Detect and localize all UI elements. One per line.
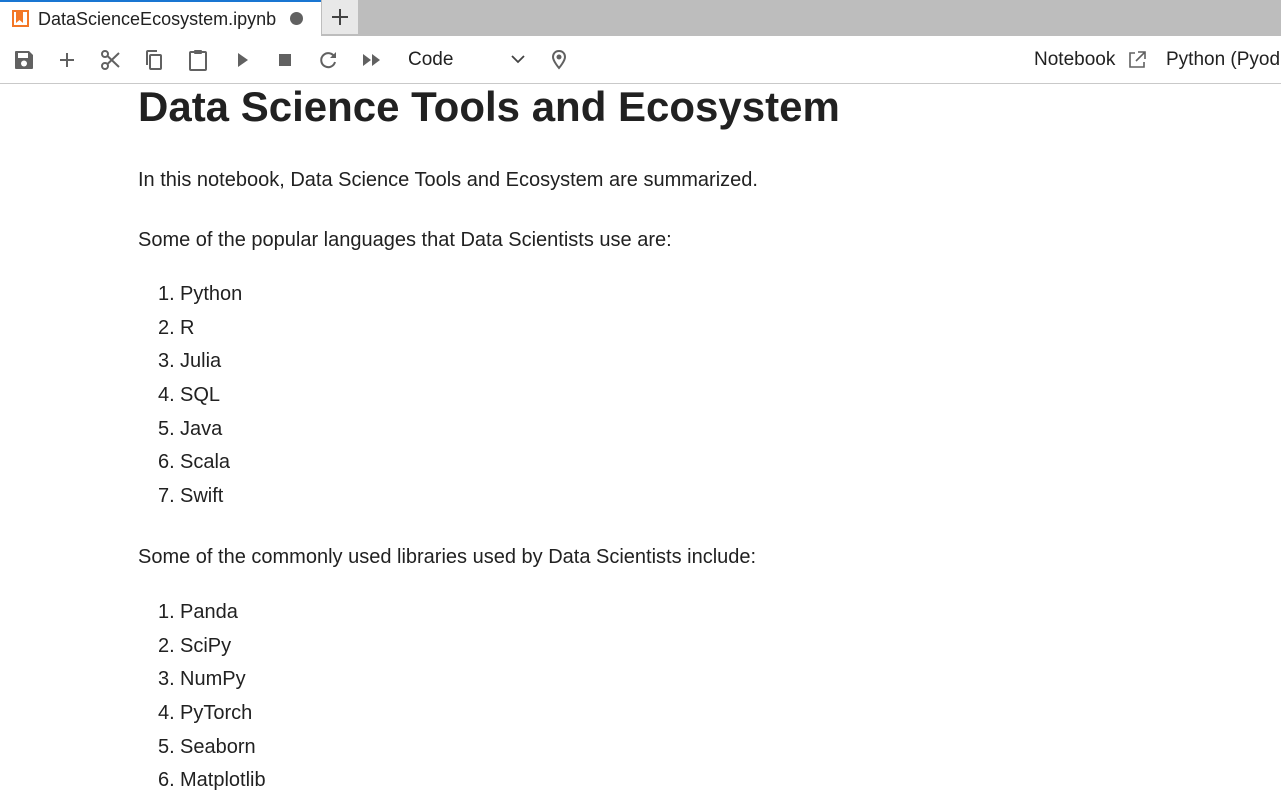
stop-icon <box>279 54 291 66</box>
interrupt-kernel-button[interactable] <box>273 48 297 72</box>
copy-button[interactable] <box>142 48 166 72</box>
notebook-toolbar: Code Notebook Python (Pyod <box>0 36 1281 84</box>
tab-bar: DataScienceEcosystem.ipynb <box>0 0 1281 36</box>
unsaved-indicator-icon[interactable] <box>290 12 303 25</box>
plus-icon <box>60 53 74 67</box>
tab-notebook[interactable]: DataScienceEcosystem.ipynb <box>0 0 321 36</box>
clipboard-icon <box>189 50 207 71</box>
play-icon <box>238 53 248 67</box>
libraries-intro-text: Some of the commonly used libraries used… <box>138 546 757 568</box>
kernel-name: Python (Pyod <box>1166 49 1281 70</box>
cell-type-value: Code <box>408 49 454 70</box>
tab-title: DataScienceEcosystem.ipynb <box>38 9 277 29</box>
debugger-button[interactable] <box>547 48 571 72</box>
cell-type-dropdown[interactable]: Code <box>400 44 530 74</box>
fast-forward-icon <box>363 54 380 66</box>
intro-text: In this notebook, Data Science Tools and… <box>138 169 758 191</box>
notebook-heading: Data Science Tools and Ecosystem <box>138 83 840 130</box>
chevron-down-icon <box>511 55 525 64</box>
scissors-icon <box>101 50 120 70</box>
run-all-button[interactable] <box>360 48 384 72</box>
new-tab-button[interactable] <box>322 0 358 34</box>
plus-icon <box>332 9 348 25</box>
save-icon <box>15 51 33 69</box>
paste-button[interactable] <box>186 48 210 72</box>
bug-icon <box>551 49 567 70</box>
kernel-status-button[interactable]: Python (Pyod <box>1166 49 1280 71</box>
save-button[interactable] <box>12 48 36 72</box>
languages-intro-text: Some of the popular languages that Data … <box>138 229 672 251</box>
refresh-icon <box>320 52 336 69</box>
external-link-icon <box>1129 51 1146 68</box>
notebook-icon <box>12 10 29 27</box>
insert-cell-button[interactable] <box>55 48 79 72</box>
copy-icon <box>146 50 162 70</box>
notebook-link-label: Notebook <box>1034 49 1116 70</box>
cut-button[interactable] <box>99 48 123 72</box>
open-notebook-button[interactable]: Notebook <box>1034 49 1146 71</box>
restart-kernel-button[interactable] <box>316 48 340 72</box>
run-cell-button[interactable] <box>230 48 254 72</box>
